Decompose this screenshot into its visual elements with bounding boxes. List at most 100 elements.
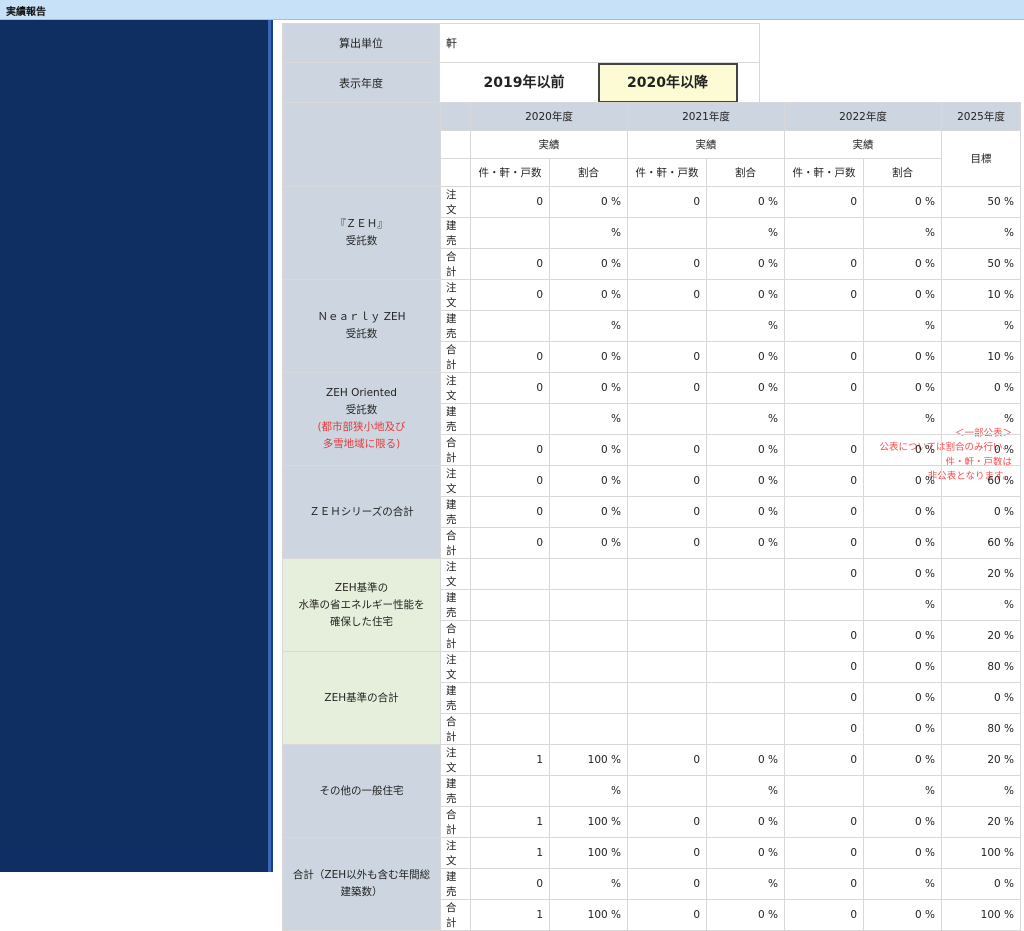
category-label: ZEH基準の合計 [282, 651, 441, 745]
count-cell: 0 [784, 651, 864, 683]
count-cell [470, 620, 550, 652]
count-cell: 0 [470, 868, 550, 900]
row-kind-label: 合計 [440, 341, 471, 373]
year-selector: 2019年以前 2020年以降 [439, 62, 760, 104]
category-note-line: 多雪地域に限る) [322, 438, 401, 450]
category-label-line: Ｎｅａｒｌｙ ZEH [317, 311, 406, 323]
header-bar: 実績報告 [0, 0, 1024, 20]
table-row: ZEH基準の 水準の省エネルギー性能を 確保した住宅 注文 0 0 % 20 % [282, 558, 1021, 652]
ratio-cell: 0 % [549, 186, 628, 218]
header-spacer [440, 102, 471, 131]
category-label-line: 受託数 [345, 328, 378, 340]
count-cell [627, 558, 707, 590]
year-header: 2022年度 [784, 102, 942, 131]
ratio-cell: 100 % [549, 806, 628, 838]
count-cell: 0 [470, 527, 550, 559]
ratio-cell: 0 % [706, 279, 785, 311]
year-header: 2025年度 [941, 102, 1021, 131]
table-row: ZEH基準の合計 注文 0 0 % 80 % [282, 651, 1021, 745]
year-before-button[interactable]: 2019年以前 [454, 64, 594, 102]
target-cell: % [941, 775, 1021, 807]
count-cell [627, 651, 707, 683]
count-cell [784, 775, 864, 807]
ratio-cell: 0 % [863, 651, 942, 683]
ratio-cell [706, 713, 785, 745]
table-row: ZEH Oriented 受託数 (都市部狭小地及び 多雪地域に限る) 注文 0 0 % 0 0… [282, 372, 1021, 466]
table-row: ＺＥＨシリーズの合計 注文 0 0 % 0 0 % 0 0 % 60 % [282, 465, 1021, 559]
category-label-line: 確保した住宅 [330, 615, 393, 628]
category-label: 『ＺＥＨ』 受託数 [282, 186, 441, 280]
count-cell: 0 [784, 620, 864, 652]
ratio-cell: 0 % [863, 372, 942, 404]
ratio-cell: 0 % [706, 527, 785, 559]
row-kind-label: 建売 [440, 589, 471, 621]
count-cell: 0 [784, 434, 864, 466]
ratio-cell [549, 651, 628, 683]
target-cell: 100 % [941, 837, 1021, 869]
row-kind-label: 合計 [440, 713, 471, 745]
ratio-cell: 0 % [863, 837, 942, 869]
year-after-button[interactable]: 2020年以降 [597, 63, 738, 103]
count-cell [470, 558, 550, 590]
count-cell: 1 [470, 837, 550, 869]
row-kind-label: 注文 [440, 465, 471, 497]
ratio-cell: % [706, 217, 785, 249]
category-label-line: ZEH Oriented [326, 387, 397, 399]
count-cell: 0 [470, 341, 550, 373]
year-header: 2020年度 [470, 102, 628, 131]
ratio-cell [706, 558, 785, 590]
count-cell: 0 [784, 279, 864, 311]
target-cell: 20 % [941, 744, 1021, 776]
header-spacer [440, 158, 471, 187]
ratio-cell: 100 % [549, 744, 628, 776]
ratio-cell: % [549, 217, 628, 249]
table-row: 『ＺＥＨ』 受託数 注文 0 0 % 0 0 % 0 0 % 50 % [282, 186, 1021, 280]
ratio-cell: 0 % [706, 341, 785, 373]
sidebar-divider-shadow [271, 20, 273, 872]
count-cell [470, 403, 550, 435]
count-cell: 0 [627, 341, 707, 373]
ratio-cell: % [706, 775, 785, 807]
ratio-cell: 0 % [549, 372, 628, 404]
count-cell: 0 [627, 279, 707, 311]
row-kind-label: 注文 [440, 744, 471, 776]
count-header: 件・軒・戸数 [627, 158, 707, 187]
count-cell [627, 620, 707, 652]
ratio-cell: % [706, 868, 785, 900]
target-header: 目標 [941, 130, 1021, 187]
count-cell [784, 589, 864, 621]
ratio-cell: 0 % [706, 837, 785, 869]
table-row: Ｎｅａｒｌｙ ZEH 受託数 注文 0 0 % 0 0 % 0 0 % 10 % [282, 279, 1021, 373]
ratio-cell: % [706, 403, 785, 435]
count-header: 件・軒・戸数 [784, 158, 864, 187]
count-cell [470, 310, 550, 342]
ratio-cell: 0 % [549, 434, 628, 466]
ratio-cell: 0 % [706, 248, 785, 280]
count-cell: 0 [784, 682, 864, 714]
count-cell [627, 775, 707, 807]
actual-header: 実績 [470, 130, 628, 159]
row-kind-label: 注文 [440, 186, 471, 218]
ratio-header: 割合 [706, 158, 785, 187]
count-cell [470, 589, 550, 621]
count-cell: 0 [627, 868, 707, 900]
category-label-line: 受託数 [345, 235, 378, 247]
count-cell: 0 [784, 837, 864, 869]
category-label-line: その他の一般住宅 [319, 784, 404, 797]
row-kind-label: 建売 [440, 496, 471, 528]
row-kind-label: 合計 [440, 899, 471, 931]
count-cell [470, 682, 550, 714]
count-cell: 0 [784, 806, 864, 838]
target-cell: 20 % [941, 620, 1021, 652]
row-kind-label: 注文 [440, 279, 471, 311]
count-cell: 0 [627, 527, 707, 559]
ratio-cell: 0 % [549, 341, 628, 373]
category-label-line: ZEH基準の合計 [324, 691, 399, 704]
row-kind-label: 合計 [440, 806, 471, 838]
category-label-line: 水準の省エネルギー性能を [298, 598, 425, 611]
count-cell [784, 403, 864, 435]
count-cell: 0 [784, 558, 864, 590]
category-note-line: (都市部狭小地及び [317, 421, 406, 433]
count-cell: 0 [784, 186, 864, 218]
target-cell: 20 % [941, 558, 1021, 590]
